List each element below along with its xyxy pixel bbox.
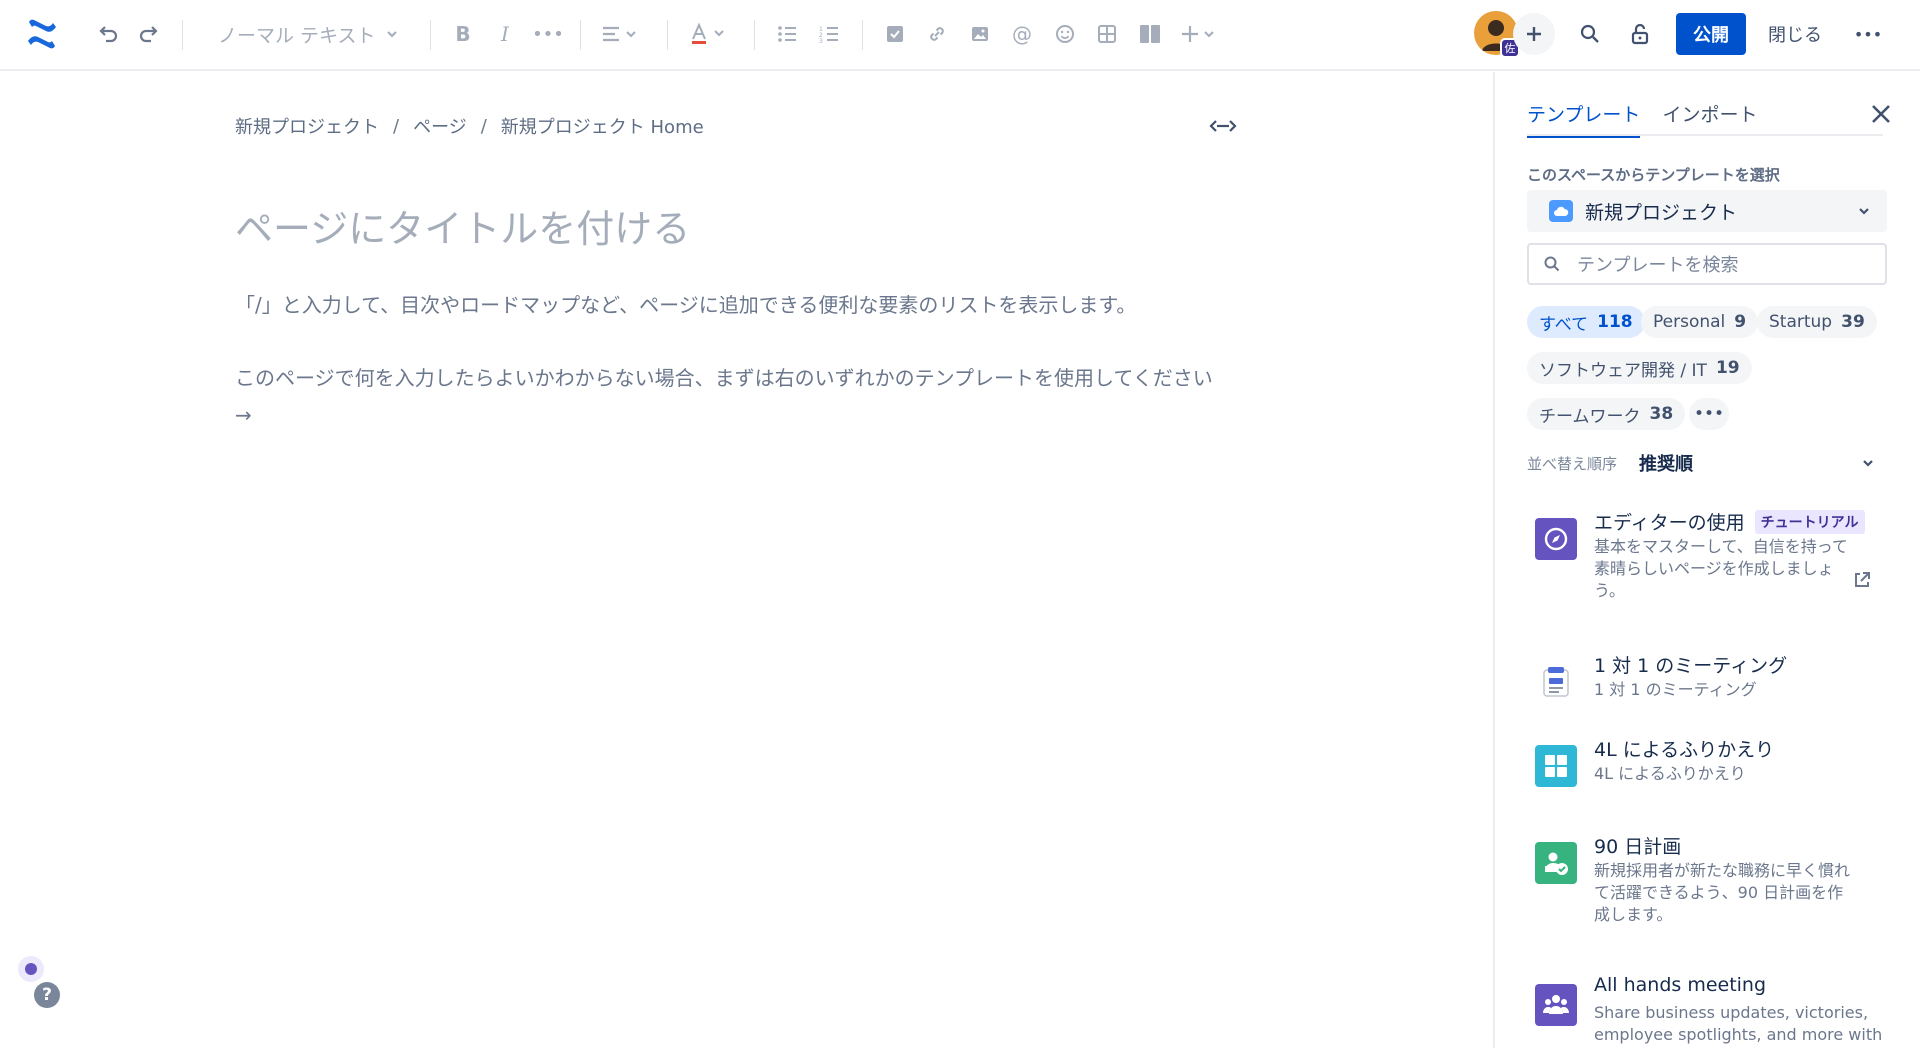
- toolbar-divider: [580, 20, 581, 50]
- template-panel: テンプレート インポート このスペースからテンプレートを選択 新規プロジェクト …: [1493, 72, 1920, 1048]
- sort-value: 推奨順: [1639, 454, 1694, 475]
- undo-icon[interactable]: [90, 16, 126, 52]
- link-icon[interactable]: [920, 16, 954, 52]
- template-title: All hands meeting: [1594, 974, 1767, 996]
- chip-label: チームワーク: [1539, 406, 1641, 427]
- page-title-input[interactable]: ページにタイトルを付ける: [235, 198, 690, 253]
- space-select-label: このスペースからテンプレートを選択: [1527, 166, 1780, 184]
- space-select-value: 新規プロジェクト: [1585, 201, 1738, 224]
- chip-label: Startup: [1769, 312, 1833, 332]
- template-description: 新規採用者が新たな職務に早く慣れて活躍できるよう、90 日計画を作成します。: [1594, 861, 1851, 924]
- external-link-icon[interactable]: [1852, 570, 1872, 594]
- breadcrumb-separator: /: [393, 115, 400, 137]
- breadcrumb-separator: /: [480, 115, 487, 137]
- insert-more-icon[interactable]: [1178, 16, 1224, 52]
- chevron-down-icon: [1859, 208, 1869, 215]
- space-select[interactable]: 新規プロジェクト: [1527, 190, 1887, 232]
- bullet-list-icon[interactable]: [770, 16, 804, 52]
- template-description: 1 対 1 のミーティング: [1594, 680, 1757, 699]
- more-formatting-icon[interactable]: •••: [531, 16, 565, 52]
- tab-import[interactable]: インポート: [1662, 100, 1757, 138]
- template-title: 90 日計画: [1594, 836, 1682, 858]
- toolbar-divider: [430, 20, 431, 50]
- close-editor-button[interactable]: 閉じる: [1758, 13, 1832, 55]
- redo-icon[interactable]: [131, 16, 167, 52]
- sort-label: 並べ替え順序: [1527, 454, 1618, 473]
- toolbar-divider: [754, 20, 755, 50]
- status-indicator-icon[interactable]: [18, 956, 44, 982]
- chip-count: 9: [1734, 312, 1747, 332]
- template-description: Share business updates, victories, emplo…: [1594, 1003, 1883, 1044]
- chip-label: すべて: [1539, 314, 1589, 335]
- toolbar-divider: [862, 20, 863, 50]
- chip-count: 39: [1841, 312, 1865, 332]
- panel-tabs: テンプレート インポート: [1527, 100, 1779, 138]
- chip-label: ソフトウェア開発 / IT: [1539, 360, 1707, 381]
- confluence-logo-icon[interactable]: [22, 14, 62, 54]
- text-style-label: ノーマル テキスト: [218, 24, 376, 47]
- template-description: 基本をマスターして、自信を持って素晴らしいページを作成しましょう。: [1594, 537, 1848, 600]
- close-icon[interactable]: [1867, 100, 1895, 128]
- publish-button[interactable]: 公開: [1676, 13, 1746, 55]
- category-chip-personal[interactable]: Personal 9: [1641, 306, 1759, 338]
- template-search-input[interactable]: テンプレートを検索: [1527, 243, 1887, 285]
- emoji-icon[interactable]: [1048, 16, 1082, 52]
- template-description: 4L によるふりかえり: [1594, 764, 1746, 783]
- layout-columns-icon[interactable]: [1133, 16, 1167, 52]
- category-chip-teamwork[interactable]: チームワーク 38: [1527, 398, 1686, 430]
- breadcrumb-space[interactable]: 新規プロジェクト: [235, 113, 379, 139]
- action-item-icon[interactable]: [878, 16, 912, 52]
- help-icon[interactable]: ?: [34, 982, 60, 1008]
- search-icon: [1544, 256, 1560, 272]
- align-icon[interactable]: [596, 16, 646, 52]
- chevron-down-icon: [1863, 460, 1873, 467]
- italic-icon[interactable]: I: [488, 16, 522, 52]
- unlock-icon[interactable]: [1622, 16, 1658, 52]
- breadcrumb-home[interactable]: 新規プロジェクト Home: [501, 113, 704, 139]
- category-chip-all[interactable]: すべて 118: [1527, 306, 1645, 338]
- grid-icon: [1535, 745, 1577, 787]
- meeting-notes-icon: [1535, 661, 1577, 703]
- template-title: 4L によるふりかえり: [1594, 739, 1775, 761]
- template-hint: このページで何を入力したらよいかわからない場合、まずは右のいずれかのテンプレート…: [235, 366, 1213, 427]
- tab-templates[interactable]: テンプレート: [1527, 100, 1641, 138]
- team-icon: [1535, 984, 1577, 1026]
- person-check-icon: [1535, 842, 1577, 884]
- breadcrumb-pages[interactable]: ページ: [413, 113, 467, 139]
- mention-icon[interactable]: @: [1005, 16, 1039, 52]
- template-title: エディターの使用: [1594, 512, 1745, 534]
- plus-icon: [1527, 27, 1541, 41]
- sort-select[interactable]: 並べ替え順序 推奨順: [1527, 450, 1889, 476]
- table-icon[interactable]: [1090, 16, 1124, 52]
- svg-text:3: 3: [819, 38, 823, 43]
- breadcrumb: 新規プロジェクト / ページ / 新規プロジェクト Home: [235, 113, 704, 139]
- text-color-icon[interactable]: [684, 16, 734, 52]
- template-title: 1 対 1 のミーティング: [1594, 655, 1788, 677]
- compass-icon: [1535, 518, 1577, 560]
- text-style-select[interactable]: ノーマル テキスト: [206, 14, 402, 54]
- chip-count: 38: [1649, 404, 1674, 424]
- search-icon[interactable]: [1572, 16, 1608, 52]
- toolbar-divider: [182, 20, 183, 50]
- chip-count: 19: [1715, 358, 1740, 378]
- chip-count: 118: [1597, 312, 1633, 332]
- more-categories-icon[interactable]: •••: [1689, 398, 1729, 430]
- category-chip-software[interactable]: ソフトウェア開発 / IT 19: [1527, 352, 1752, 384]
- tutorial-badge: チュートリアル: [1754, 509, 1865, 534]
- cloud-icon: [1549, 200, 1573, 222]
- chevron-down-icon: [387, 31, 398, 38]
- category-chip-startup[interactable]: Startup 39: [1757, 306, 1877, 338]
- editor-toolbar: ノーマル テキスト B I ••• 123 @ 佐 公開 閉じる •••: [0, 0, 1920, 71]
- more-options-icon[interactable]: •••: [1850, 16, 1886, 52]
- toolbar-divider: [667, 20, 668, 50]
- page-width-toggle-icon[interactable]: [1208, 114, 1238, 138]
- image-icon[interactable]: [963, 16, 997, 52]
- tabs-divider: [1527, 134, 1883, 136]
- chip-label: Personal: [1653, 312, 1726, 332]
- numbered-list-icon[interactable]: 123: [812, 16, 846, 52]
- add-collaborator-button[interactable]: [1513, 13, 1555, 55]
- bold-icon[interactable]: B: [446, 16, 480, 52]
- slash-command-hint: 「/」と入力して、目次やロードマップなど、ページに追加できる便利な要素のリストを…: [235, 293, 1137, 317]
- search-placeholder: テンプレートを検索: [1577, 255, 1739, 276]
